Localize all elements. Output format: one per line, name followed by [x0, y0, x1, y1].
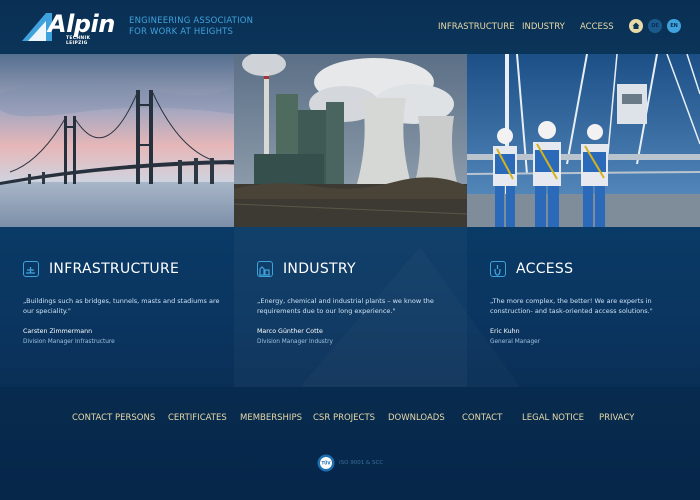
footer-link-contact-persons[interactable]: CONTACT PERSONS: [72, 413, 155, 423]
nav-infrastructure[interactable]: INFRASTRUCTURE: [438, 22, 514, 32]
feature-person: Marco Günther Cotte: [257, 328, 323, 335]
tuv-seal-icon[interactable]: TÜV: [317, 454, 335, 472]
feature-access: ACCESS „The more complex, the better! We…: [467, 227, 700, 387]
feature-title[interactable]: INDUSTRY: [283, 261, 356, 277]
tagline-line2: FOR WORK AT HEIGHTS: [129, 27, 234, 37]
nav-industry[interactable]: INDUSTRY: [522, 22, 565, 32]
feature-infrastructure: INFRASTRUCTURE „Buildings such as bridge…: [0, 227, 233, 387]
photo-workers[interactable]: [467, 54, 700, 227]
iso-certification-text: ISO 9001 & SCC: [339, 460, 384, 466]
feature-quote: „Buildings such as bridges, tunnels, mas…: [23, 297, 220, 315]
access-icon: [490, 261, 506, 277]
industry-icon: [257, 261, 273, 277]
footer-link-contact[interactable]: CONTACT: [462, 413, 502, 423]
photo-power-plant[interactable]: [234, 54, 467, 227]
nav-access[interactable]: ACCESS: [580, 22, 614, 32]
lang-de-button[interactable]: DE: [648, 19, 662, 33]
footer-link-memberships[interactable]: MEMBERSHIPS: [240, 413, 302, 423]
logo-wordmark: Alpin: [48, 10, 115, 38]
site-footer: CONTACT PERSONS CERTIFICATES MEMBERSHIPS…: [0, 387, 700, 500]
logo-subtitle: TECHNIK LEIPZIG: [66, 36, 91, 46]
feature-title[interactable]: INFRASTRUCTURE: [49, 261, 179, 277]
home-icon: [632, 22, 640, 29]
feature-quote: „Energy, chemical and industrial plants …: [257, 297, 434, 315]
feature-quote: „The more complex, the better! We are ex…: [490, 297, 653, 315]
bridge-image: [0, 54, 234, 227]
feature-industry: INDUSTRY „Energy, chemical and industria…: [234, 227, 467, 387]
seal-text: TÜV: [321, 461, 331, 466]
photo-bridge[interactable]: [0, 54, 234, 227]
tagline-line1: ENGINEERING ASSOCIATION: [129, 16, 254, 26]
infrastructure-icon: [23, 261, 39, 277]
lang-en-button[interactable]: EN: [667, 19, 681, 33]
feature-role: Division Manager Infrastructure: [23, 339, 115, 345]
footer-link-legal-notice[interactable]: LEGAL NOTICE: [522, 413, 584, 423]
footer-link-csr-projects[interactable]: CSR PROJECTS: [313, 413, 375, 423]
feature-columns: INFRASTRUCTURE „Buildings such as bridge…: [0, 227, 700, 387]
feature-title[interactable]: ACCESS: [516, 261, 573, 277]
feature-role: General Manager: [490, 339, 541, 345]
power-plant-image: [234, 54, 467, 227]
feature-person: Eric Kuhn: [490, 328, 520, 335]
footer-link-certificates[interactable]: CERTIFICATES: [168, 413, 227, 423]
tagline: ENGINEERING ASSOCIATION FOR WORK AT HEIG…: [129, 16, 253, 38]
hero-photo-strip: [0, 54, 700, 227]
home-button[interactable]: [629, 19, 643, 33]
site-header: Alpin TECHNIK LEIPZIG ENGINEERING ASSOCI…: [0, 0, 700, 54]
footer-link-downloads[interactable]: DOWNLOADS: [388, 413, 445, 423]
workers-image: [467, 54, 700, 227]
feature-person: Carsten Zimmermann: [23, 328, 93, 335]
footer-link-privacy[interactable]: PRIVACY: [599, 413, 634, 423]
brand-logo[interactable]: Alpin TECHNIK LEIPZIG: [22, 10, 115, 46]
feature-role: Division Manager Industry: [257, 339, 333, 345]
